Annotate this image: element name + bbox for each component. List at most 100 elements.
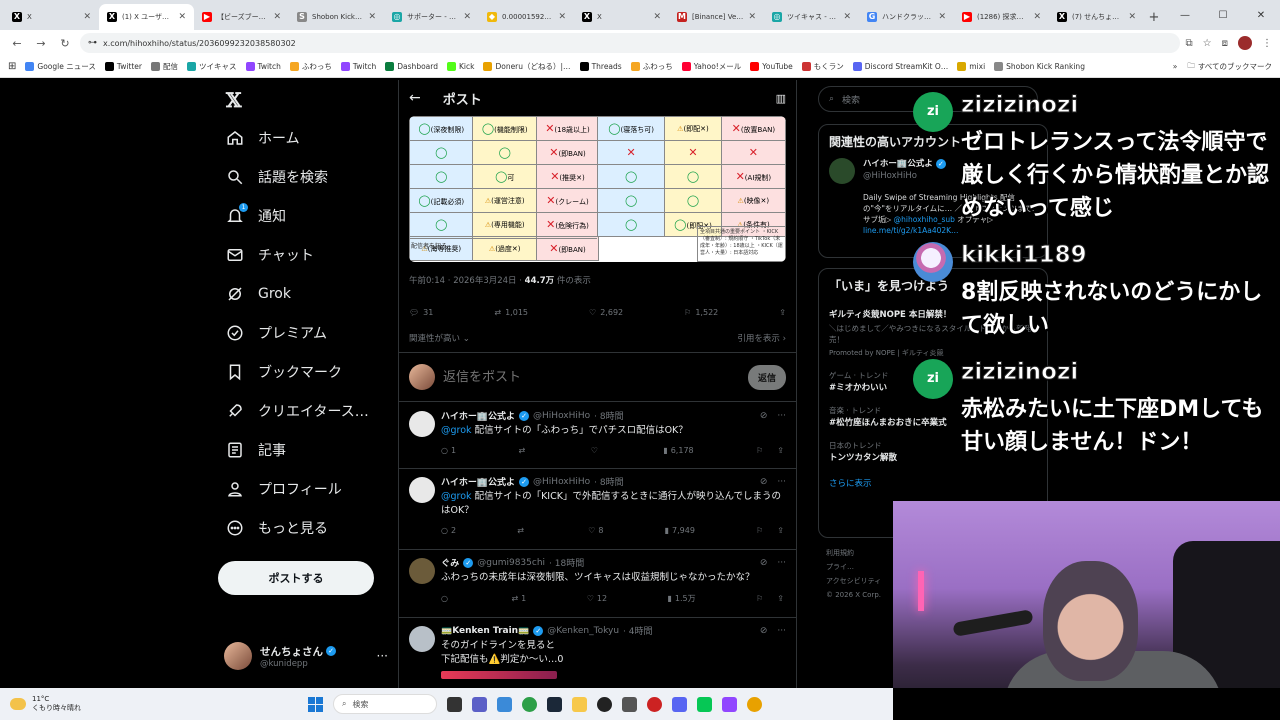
tab-close-icon[interactable]: ✕ <box>653 12 661 22</box>
weather-widget[interactable]: 11°C くもり時々晴れ <box>10 695 81 713</box>
share-action[interactable]: ⇪ <box>777 594 784 603</box>
twitch-icon[interactable] <box>722 696 737 712</box>
views-action[interactable]: ▮ 6,178 <box>663 446 693 455</box>
tab-close-icon[interactable]: ✕ <box>938 12 946 22</box>
nav-item[interactable]: もっと見る <box>226 516 328 540</box>
chrome-icon[interactable] <box>522 696 537 712</box>
footer-link[interactable]: 利用規約 <box>826 546 896 560</box>
tweet-avatar[interactable] <box>409 477 435 503</box>
tab-close-icon[interactable]: ✕ <box>83 12 91 22</box>
like-action[interactable]: ♡ 8 <box>588 526 603 535</box>
share-action[interactable]: ⇪ <box>777 446 784 455</box>
tweet-author-name[interactable]: ハイホー🏢公式よ <box>441 409 515 422</box>
calculator-icon[interactable] <box>622 696 637 712</box>
star-bookmark-icon[interactable]: ☆ <box>1203 38 1212 49</box>
nav-item[interactable]: 記事 <box>226 438 286 462</box>
browser-tab[interactable]: X X ✕ <box>574 4 669 30</box>
reply-button[interactable]: 返信 <box>747 364 786 390</box>
tweet-handle[interactable]: @gumi9835chi <box>477 558 545 568</box>
bookmark-item[interactable]: Threads <box>579 62 622 71</box>
post-button[interactable]: ポストする <box>218 561 374 595</box>
embedded-media-banner[interactable] <box>441 671 557 679</box>
bookmark-action[interactable]: ⚐ 1,522 <box>684 308 718 317</box>
account-switcher[interactable]: せんちょさん ✓ @kunidepp ··· <box>224 642 388 670</box>
coin-icon[interactable] <box>747 696 762 712</box>
tweet-author-name[interactable]: ハイホー🏢公式よ <box>441 475 515 488</box>
grok-icon[interactable]: ⊘ <box>760 558 768 568</box>
tab-close-icon[interactable]: ✕ <box>1033 12 1041 22</box>
repost-action[interactable]: ⇄ 1,015 <box>494 308 528 317</box>
browser-tab[interactable]: ◆ 0.00001592… ✕ <box>479 4 574 30</box>
browser-tab[interactable]: S Shobon Kick… ✕ <box>289 4 384 30</box>
apps-grid-icon[interactable]: ⊞ <box>8 61 16 72</box>
bookmark-item[interactable]: Discord StreamKit O… <box>852 62 948 71</box>
views-action[interactable]: ▮ 7,949 <box>665 526 695 535</box>
bookmark-item[interactable]: Doneru（どねる）|… <box>483 61 571 72</box>
more-dots-icon[interactable]: ··· <box>777 411 786 421</box>
tab-close-icon[interactable]: ✕ <box>463 12 471 22</box>
bookmark-item[interactable]: 配信 <box>151 61 178 72</box>
bookmark-item[interactable]: Dashboard <box>385 62 438 71</box>
nav-item[interactable]: プレミアム <box>226 321 327 345</box>
reload-icon[interactable]: ↻ <box>56 34 74 52</box>
tweet-handle[interactable]: @HiHoxHiHo <box>533 411 590 421</box>
chevron-right-icon[interactable]: » <box>1173 62 1178 71</box>
views-action[interactable]: ▮ 1.5万 <box>668 593 696 604</box>
all-bookmarks-folder[interactable]: 🗀 すべてのブックマーク <box>1187 60 1272 73</box>
more-dots-icon[interactable]: ··· <box>777 477 786 487</box>
tweet-avatar[interactable] <box>409 558 435 584</box>
grok-icon[interactable]: ⊘ <box>760 411 768 421</box>
taskbar-search[interactable]: ⌕ 検索 <box>333 694 437 714</box>
tweet-time[interactable]: · 8時間 <box>594 409 623 422</box>
tweet-handle[interactable]: @Kenken_Tokyu <box>547 626 619 636</box>
maximize-icon[interactable]: ☐ <box>1204 10 1242 21</box>
bookmark-item[interactable]: ツイキャス <box>187 61 237 72</box>
url-bar[interactable]: ⊶ x.com/hihoxhiho/status/203609923203858… <box>80 33 1180 53</box>
tab-close-icon[interactable]: ✕ <box>748 12 756 22</box>
back-icon[interactable]: ← <box>409 90 421 106</box>
new-tab-button[interactable]: + <box>1144 4 1164 30</box>
bookmark-item[interactable]: Kick <box>446 62 474 71</box>
reply-tweet[interactable]: ぐみ ✓ @gumi9835chi · 18時間 ⊘ ··· ふわっちの未成年は深夜制限、ツ… <box>399 550 796 618</box>
bookmark-item[interactable]: mixi <box>957 62 985 71</box>
line-icon[interactable] <box>697 696 712 712</box>
minimize-icon[interactable]: — <box>1166 10 1204 21</box>
nav-item[interactable]: ホーム <box>226 126 300 150</box>
mention-link[interactable]: @grok <box>441 425 472 436</box>
bookmark-item[interactable]: ふわっち <box>289 61 332 72</box>
browser-tab[interactable]: ◎ ツイキャス - せ… ✕ <box>764 4 859 30</box>
share-action[interactable]: ⇪ <box>777 526 784 535</box>
bookmark-item[interactable]: Twitter <box>104 62 142 71</box>
repost-action[interactable]: ⇄ <box>517 526 527 535</box>
copilot-icon[interactable] <box>497 696 512 712</box>
repost-action[interactable]: ⇄ 1 <box>511 593 526 604</box>
like-action[interactable]: ♡ 2,692 <box>589 308 623 317</box>
bookmark-item[interactable]: Shobon Kick Ranking <box>994 62 1085 71</box>
grok-icon[interactable]: ⊘ <box>760 477 768 487</box>
bookmark-action[interactable]: ⚐ <box>756 526 763 535</box>
reply-action[interactable]: ○ 1 <box>441 446 456 455</box>
post-timestamp[interactable]: 午前0:14 · 2026年3月24日 · <box>409 276 525 286</box>
tab-close-icon[interactable]: ✕ <box>1128 12 1136 22</box>
sort-relevance-dropdown[interactable]: 関連性が高い ⌄ <box>409 332 470 344</box>
tweet-avatar[interactable] <box>409 411 435 437</box>
like-action[interactable]: ♡ 12 <box>587 593 607 604</box>
tweet-time[interactable]: · 18時間 <box>549 556 584 569</box>
reply-action[interactable]: ○ <box>441 593 451 604</box>
nav-item[interactable]: チャット <box>226 243 314 267</box>
reply-tweet[interactable]: 🚃Kenken Train🚃 ✓ @Kenken_Tokyu · 4時間 ⊘ ··· そのガ… <box>399 618 796 688</box>
task-view-icon[interactable] <box>447 696 462 712</box>
browser-tab[interactable]: ◎ サポーター - せ… ✕ <box>384 4 479 30</box>
browser-tab[interactable]: ▶ (1286) 探求… ✕ <box>954 4 1049 30</box>
teams-icon[interactable] <box>472 696 487 712</box>
obs-icon[interactable] <box>597 696 612 712</box>
like-action[interactable]: ♡ <box>591 446 601 455</box>
post-image[interactable]: ◯(深夜制限) ◯(機能制限) ✕(18歳以上) ◯ ◯ ✕(即BAN) ◯ ◯可 ✕(推奨✕)… <box>409 116 786 262</box>
reply-tweet[interactable]: ハイホー🏢公式よ ✓ @HiHoxHiHo · 8時間 ⊘ ··· @grok 配信サイトの… <box>399 403 796 469</box>
tab-close-icon[interactable]: ✕ <box>558 12 566 22</box>
browser-tab[interactable]: M [Binance] Ve… ✕ <box>669 4 764 30</box>
tweet-time[interactable]: · 4時間 <box>623 624 652 637</box>
tab-close-icon[interactable]: ✕ <box>843 12 851 22</box>
browser-tab[interactable]: X (7) せんちょさ… ✕ <box>1049 4 1144 30</box>
explorer-icon[interactable] <box>572 696 587 712</box>
